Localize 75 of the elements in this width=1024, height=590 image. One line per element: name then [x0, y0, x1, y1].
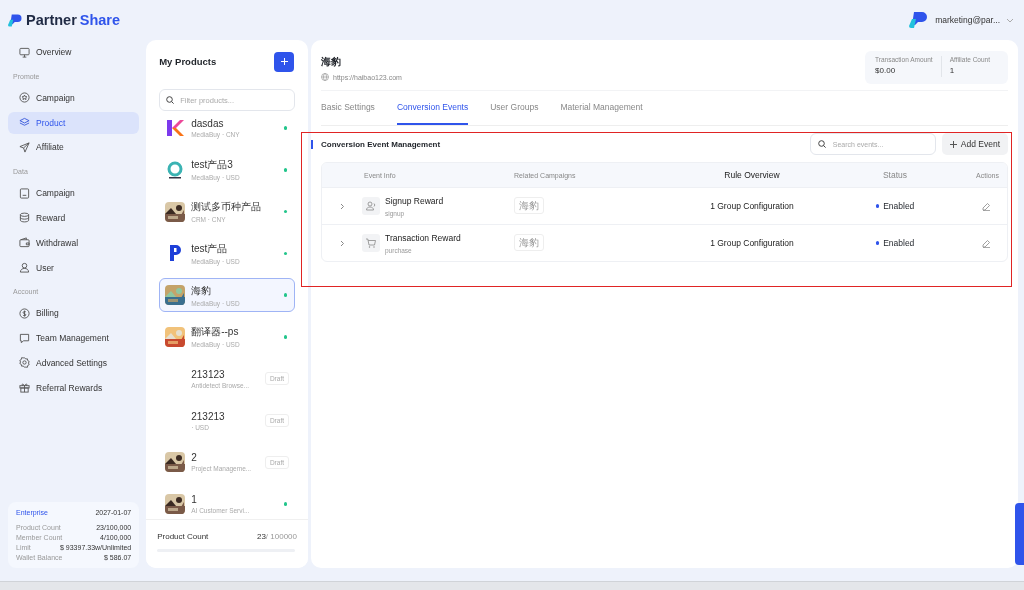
product-name: 2: [191, 452, 198, 464]
brand-name: Share: [79, 12, 121, 28]
tab[interactable]: Material Management: [560, 102, 643, 125]
product-name: 213213: [191, 410, 226, 422]
edit-icon[interactable]: [982, 201, 991, 211]
chevron-down-icon[interactable]: [1006, 17, 1014, 23]
brand-logo-icon: [8, 12, 23, 28]
settings-icon: [19, 357, 30, 369]
product-name: 213123: [191, 368, 226, 380]
search-icon: [166, 96, 175, 104]
sidebar-item[interactable]: Campaign: [8, 86, 140, 109]
column-header: Status: [881, 170, 909, 180]
stat-value: 1: [949, 66, 956, 75]
campaign-tag: 海豹: [514, 197, 544, 214]
product-title: 海豹: [321, 55, 342, 69]
layers-icon: [19, 117, 30, 129]
product-name: 海豹: [191, 283, 213, 298]
sidebar-item[interactable]: Advanced Settings: [8, 351, 140, 374]
account-menu[interactable]: marketing@par...: [935, 15, 1000, 25]
rule-summary: 1 Group Configuration: [709, 201, 795, 211]
section-title: Conversion Event Management: [321, 139, 441, 149]
tab[interactable]: Conversion Events: [396, 102, 469, 125]
sidebar-item[interactable]: Affiliate: [8, 136, 140, 159]
sidebar-item[interactable]: Team Management: [8, 327, 140, 350]
expand-chevron-icon[interactable]: [339, 202, 345, 210]
rule-summary: 1 Group Configuration: [709, 238, 795, 248]
event-name: Signup Reward: [385, 195, 444, 206]
wallet-icon: [19, 237, 30, 249]
status-text: Enabled: [883, 201, 915, 211]
tab[interactable]: Basic Settings: [321, 102, 375, 125]
column-header: Rule Overview: [723, 170, 781, 180]
sidebar-item[interactable]: Reward: [8, 207, 140, 229]
brand-logo-icon: [909, 10, 930, 30]
plus-icon: [280, 58, 288, 65]
sidebar-item[interactable]: Withdrawal: [8, 231, 140, 254]
edit-icon[interactable]: [982, 238, 991, 248]
add-event-button[interactable]: Add Event: [941, 133, 1008, 155]
panel-title: My Products: [159, 56, 217, 67]
brand-name: Partner: [26, 12, 77, 28]
ribbon-logo-icon: [165, 118, 186, 138]
message-icon: [19, 332, 30, 344]
star-circle-icon: [19, 92, 30, 104]
count-value: 23/ 100000: [256, 532, 297, 541]
cart-icon: [362, 234, 380, 252]
product-name: 翻译器--ps: [191, 325, 240, 340]
count-label: Product Count: [157, 532, 209, 541]
product-name: test产品3: [191, 158, 234, 173]
status-text: Enabled: [883, 238, 915, 248]
sidebar-item[interactable]: Product: [8, 111, 140, 134]
globe-icon: [321, 73, 329, 81]
product-name: dasdas: [191, 118, 225, 129]
tab[interactable]: User Groups: [490, 102, 539, 125]
expand-chevron-icon[interactable]: [339, 239, 345, 247]
stat-value: $0.00: [875, 66, 897, 75]
product-name: 测试多币种产品: [191, 200, 263, 215]
user-icon: [362, 197, 380, 215]
database-icon: [19, 212, 30, 224]
paper-plane-icon: [19, 141, 30, 153]
dollar-circle-icon: [19, 307, 30, 319]
sidebar-item[interactable]: User: [8, 256, 140, 279]
board-icon: [19, 187, 30, 199]
monitor-icon: [19, 46, 30, 58]
event-name: Transaction Reward: [385, 232, 461, 243]
sidebar-item[interactable]: Referral Rewards: [8, 376, 140, 399]
sidebar-item[interactable]: Overview: [8, 41, 140, 63]
product-name: 1: [191, 494, 198, 506]
user-icon: [19, 262, 30, 274]
sidebar-item[interactable]: Campaign: [8, 182, 140, 205]
gift-icon: [19, 382, 30, 394]
search-icon: [817, 140, 826, 148]
add-button[interactable]: [274, 51, 294, 72]
plus-icon: [949, 140, 957, 148]
campaign-tag: 海豹: [514, 234, 544, 251]
product-name: test产品: [191, 241, 229, 256]
sidebar-item[interactable]: Billing: [8, 302, 140, 325]
